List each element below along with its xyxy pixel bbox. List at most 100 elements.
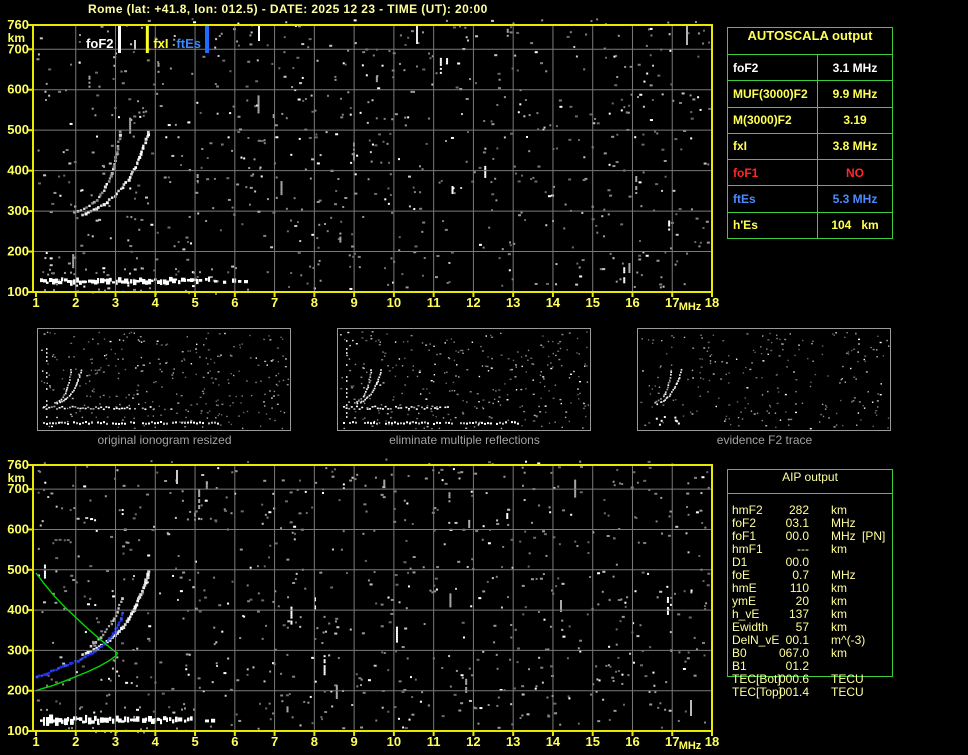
- svg-text:760: 760: [7, 17, 29, 32]
- aip-unit: TECU: [831, 685, 864, 699]
- svg-text:9: 9: [351, 295, 358, 310]
- table-row: B1 01.2: [727, 659, 893, 673]
- svg-text:16: 16: [625, 734, 639, 749]
- aip-label: ymE: [732, 594, 756, 608]
- thumbnail-caption-2: eliminate multiple reflections: [389, 433, 540, 447]
- svg-text:6: 6: [231, 734, 238, 749]
- aip-unit: TECU: [831, 672, 864, 686]
- svg-text:6: 6: [231, 295, 238, 310]
- aip-note: [PN]: [862, 529, 886, 543]
- svg-text:5: 5: [191, 295, 198, 310]
- table-row: TEC[Bot] 000.6 TECU: [727, 672, 893, 686]
- svg-text:foF2: foF2: [86, 36, 113, 51]
- svg-text:13: 13: [506, 734, 520, 749]
- autoscala-output-table: AUTOSCALA output foF2 3.1 MHz MUF(3000)F2 9…: [727, 27, 893, 239]
- svg-text:14: 14: [546, 734, 561, 749]
- aip-value: 00.0: [785, 555, 809, 569]
- aip-value: 0.7: [792, 568, 809, 582]
- aip-label: foF1: [732, 529, 757, 543]
- svg-text:3: 3: [112, 295, 119, 310]
- row-value: NO: [846, 165, 864, 180]
- row-value: 3.19: [843, 113, 867, 128]
- thumbnail-2: [337, 328, 591, 431]
- row-label: foF1: [728, 160, 818, 186]
- aip-label: B0: [732, 646, 747, 660]
- aip-label: D1: [732, 555, 748, 569]
- svg-text:300: 300: [7, 642, 29, 657]
- svg-text:9: 9: [351, 734, 358, 749]
- aip-label: foF2: [732, 516, 757, 530]
- aip-value: ---: [797, 542, 809, 556]
- svg-text:400: 400: [7, 602, 29, 617]
- svg-text:3: 3: [112, 734, 119, 749]
- svg-text:11: 11: [427, 734, 441, 749]
- svg-text:100: 100: [7, 723, 29, 738]
- table-row: fxI 3.8 MHz: [728, 133, 892, 161]
- aip-value: 00.1: [785, 633, 809, 647]
- svg-text:12: 12: [466, 734, 480, 749]
- svg-text:18: 18: [705, 295, 719, 310]
- row-value: 104 km: [831, 218, 879, 233]
- table-row: foF2 03.1 MHz: [727, 516, 893, 530]
- aip-value: 001.4: [778, 685, 809, 699]
- svg-text:13: 13: [506, 295, 520, 310]
- aip-table-title: AIP output: [728, 470, 892, 494]
- bottom-ionogram-plot: 760700600500400300200100km1 2 3 4 5 6 7 8 9 10 11 1…: [7, 457, 719, 752]
- table-row: hmE 110 km: [727, 581, 893, 595]
- svg-text:ftEs: ftEs: [176, 36, 201, 51]
- svg-text:MHz: MHz: [679, 301, 702, 313]
- top-ionogram-plot: 760700600500400300200100km1 2 3 4 5 6 7 8 9 10 11 1…: [7, 17, 719, 313]
- aip-value: 20: [795, 594, 809, 608]
- svg-text:4: 4: [152, 295, 160, 310]
- svg-text:7: 7: [271, 295, 278, 310]
- svg-text:300: 300: [7, 203, 29, 218]
- table-row: ymE 20 km: [727, 594, 893, 608]
- aip-value: 00.0: [785, 529, 809, 543]
- row-value: 5.3 MHz: [832, 192, 878, 207]
- aip-value: 137: [788, 607, 809, 621]
- thumbnail-3: [637, 328, 891, 431]
- svg-text:17: 17: [665, 295, 679, 310]
- row-value: 9.9 MHz: [832, 86, 878, 101]
- svg-text:600: 600: [7, 521, 29, 536]
- svg-text:8: 8: [311, 734, 318, 749]
- svg-text:11: 11: [427, 295, 441, 310]
- aip-unit: km: [831, 620, 847, 634]
- aip-label: hmF1: [732, 542, 763, 556]
- table-row: hmF1 --- km: [727, 542, 893, 556]
- table-row: D1 00.0: [727, 555, 893, 569]
- aip-label: h_vE: [732, 607, 760, 621]
- aip-value: 03.1: [785, 516, 809, 530]
- svg-text:1: 1: [32, 295, 39, 310]
- svg-text:10: 10: [387, 295, 401, 310]
- row-label: ftEs: [728, 186, 818, 212]
- table-row: Ewidth 57 km: [727, 620, 893, 634]
- aip-value: 000.6: [778, 672, 809, 686]
- svg-text:1: 1: [32, 734, 39, 749]
- svg-text:fxI: fxI: [153, 36, 168, 51]
- aip-unit: km: [831, 542, 847, 556]
- aip-table-rows: hmF2 282 km foF2 03.1 MHz foF1 00.0 MHz [PN] hmF1 -…: [727, 503, 893, 699]
- svg-text:4: 4: [152, 734, 160, 749]
- page-title: Rome (lat: +41.8, lon: 012.5) - DATE: 20…: [88, 2, 488, 16]
- aip-label: hmE: [732, 581, 757, 595]
- table-row: MUF(3000)F2 9.9 MHz: [728, 81, 892, 108]
- svg-text:15: 15: [585, 295, 599, 310]
- svg-text:8: 8: [311, 295, 318, 310]
- table-row: foE 0.7 MHz: [727, 568, 893, 582]
- svg-text:2: 2: [72, 295, 79, 310]
- svg-text:16: 16: [625, 295, 639, 310]
- aip-label: foE: [732, 568, 751, 582]
- svg-text:17: 17: [665, 734, 679, 749]
- row-label: h'Es: [728, 212, 818, 238]
- svg-text:100: 100: [7, 284, 29, 299]
- svg-text:10: 10: [387, 734, 401, 749]
- aip-value: 57: [795, 620, 809, 634]
- table-row: hmF2 282 km: [727, 503, 893, 517]
- table-row: DelN_vE 00.1 m^(-3): [727, 633, 893, 647]
- svg-text:MHz: MHz: [679, 740, 702, 752]
- aip-unit: km: [831, 607, 847, 621]
- aip-unit: MHz: [831, 529, 856, 543]
- aip-unit: MHz: [831, 516, 856, 530]
- aip-value: 01.2: [785, 659, 809, 673]
